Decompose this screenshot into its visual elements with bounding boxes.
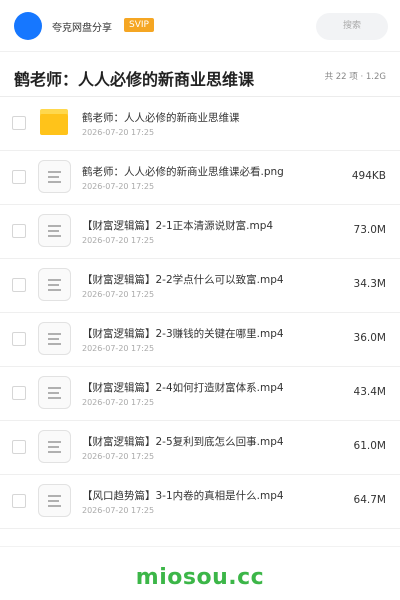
file-icon (38, 376, 71, 409)
file-icon (38, 268, 71, 301)
item-checkbox[interactable] (12, 440, 26, 454)
file-date: 2026-07-20 17:25 (82, 398, 155, 407)
file-size: 494KB (351, 170, 386, 182)
file-date: 2026-07-20 17:25 (82, 128, 155, 137)
list-item[interactable]: 【财富逻辑篇】2-3赚钱的关键在哪里.mp4 2026-07-20 17:25 36… (0, 313, 400, 367)
file-name[interactable]: 【风口趋势篇】3-1内卷的真相是什么.mp4 (82, 488, 284, 503)
list-item[interactable]: 【风口趋势篇】3-1内卷的真相是什么.mp4 2026-07-20 17:25 64… (0, 475, 400, 529)
file-icon (38, 214, 71, 247)
folder-header: 鹤老师：人人必修的新商业思维课 共 22 项 · 1.2G (0, 52, 400, 97)
item-checkbox[interactable] (12, 278, 26, 292)
file-icon (38, 430, 71, 463)
share-title: 夸克网盘分享 (52, 23, 112, 34)
file-size: 36.0M (353, 332, 386, 344)
folder-meta: 共 22 项 · 1.2G (324, 72, 386, 82)
file-size: 73.0M (353, 224, 386, 236)
item-checkbox[interactable] (12, 224, 26, 238)
item-checkbox[interactable] (12, 170, 26, 184)
file-size: 34.3M (353, 278, 386, 290)
file-date: 2026-07-20 17:25 (82, 236, 155, 245)
file-name[interactable]: 鹤老师：人人必修的新商业思维课必看.png (82, 164, 284, 179)
item-checkbox[interactable] (12, 332, 26, 346)
file-list: 鹤老师：人人必修的新商业思维课 2026-07-20 17:25 鹤老师：人人必修的… (0, 97, 400, 529)
file-date: 2026-07-20 17:25 (82, 290, 155, 299)
file-date: 2026-07-20 17:25 (82, 182, 155, 191)
list-item[interactable]: 【财富逻辑篇】2-5复利到底怎么回事.mp4 2026-07-20 17:25 61… (0, 421, 400, 475)
top-bar: 夸克网盘分享 SVIP 搜索 (0, 0, 400, 52)
search-input[interactable]: 搜索 (316, 13, 388, 40)
file-icon (38, 322, 71, 355)
item-checkbox[interactable] (12, 494, 26, 508)
file-name[interactable]: 【财富逻辑篇】2-4如何打造财富体系.mp4 (82, 380, 284, 395)
list-item[interactable]: 鹤老师：人人必修的新商业思维课 2026-07-20 17:25 (0, 97, 400, 151)
item-checkbox[interactable] (12, 386, 26, 400)
file-date: 2026-07-20 17:25 (82, 506, 155, 515)
file-name[interactable]: 鹤老师：人人必修的新商业思维课 (82, 110, 240, 125)
footer: miosou.cc (0, 546, 400, 600)
file-name[interactable]: 【财富逻辑篇】2-3赚钱的关键在哪里.mp4 (82, 326, 284, 341)
svip-badge: SVIP (124, 18, 154, 32)
file-name[interactable]: 【财富逻辑篇】2-1正本清源说财富.mp4 (82, 218, 273, 233)
file-size: 43.4M (353, 386, 386, 398)
list-item[interactable]: 【财富逻辑篇】2-2学点什么可以致富.mp4 2026-07-20 17:25 34… (0, 259, 400, 313)
folder-icon (40, 109, 68, 135)
list-item[interactable]: 鹤老师：人人必修的新商业思维课必看.png 2026-07-20 17:25 494… (0, 151, 400, 205)
file-size: 61.0M (353, 440, 386, 452)
file-icon (38, 484, 71, 517)
file-name[interactable]: 【财富逻辑篇】2-5复利到底怎么回事.mp4 (82, 434, 284, 449)
file-date: 2026-07-20 17:25 (82, 344, 155, 353)
file-date: 2026-07-20 17:25 (82, 452, 155, 461)
item-checkbox[interactable] (12, 116, 26, 130)
watermark: miosou.cc (135, 565, 265, 590)
file-name[interactable]: 【财富逻辑篇】2-2学点什么可以致富.mp4 (82, 272, 284, 287)
page-title: 鹤老师：人人必修的新商业思维课 (14, 70, 255, 89)
list-item[interactable]: 【财富逻辑篇】2-4如何打造财富体系.mp4 2026-07-20 17:25 43… (0, 367, 400, 421)
avatar[interactable] (14, 12, 42, 40)
list-item[interactable]: 【财富逻辑篇】2-1正本清源说财富.mp4 2026-07-20 17:25 73.… (0, 205, 400, 259)
file-size: 64.7M (353, 494, 386, 506)
file-icon (38, 160, 71, 193)
